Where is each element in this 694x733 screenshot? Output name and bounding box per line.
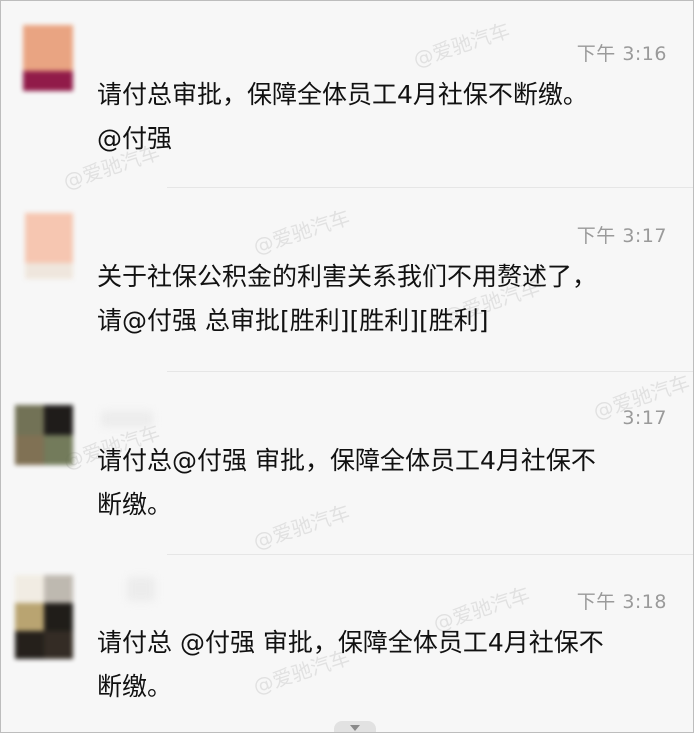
sender-name-redacted [127, 577, 155, 601]
avatar[interactable] [15, 575, 73, 659]
message-line: 断缴。 [97, 672, 173, 701]
message-line: 请付总 @付强 审批，保障全体员工4月社保不 [97, 628, 604, 657]
message-line: 断缴。 [97, 490, 173, 519]
message-text[interactable]: 请付总审批，保障全体员工4月社保不断缴。 @付强 [97, 73, 677, 161]
message-timestamp: 下午 3:18 [576, 591, 667, 613]
message-timestamp: 3:17 [622, 407, 667, 429]
scroll-down-button[interactable] [334, 721, 376, 732]
sender-name-redacted [101, 411, 153, 427]
message-line: 请@付强 总审批[胜利][胜利][胜利] [97, 306, 489, 335]
avatar[interactable] [15, 405, 73, 465]
avatar[interactable] [25, 213, 73, 279]
message-line: 请付总@付强 审批，保障全体员工4月社保不 [97, 446, 596, 475]
divider [167, 554, 693, 555]
message-line: @付强 [97, 124, 173, 153]
message-timestamp: 下午 3:17 [576, 225, 667, 247]
message-text[interactable]: 请付总@付强 审批，保障全体员工4月社保不 断缴。 [97, 439, 677, 527]
chat-message[interactable]: 3:17 请付总@付强 审批，保障全体员工4月社保不 断缴。 [1, 405, 693, 555]
divider [167, 187, 693, 188]
message-text[interactable]: 关于社保公积金的利害关系我们不用赘述了， 请@付强 总审批[胜利][胜利][胜利… [97, 255, 677, 343]
chat-window: @爱驰汽车 @爱驰汽车 @爱驰汽车 @爱驰汽车 @爱驰汽车 @爱驰汽车 @爱驰汽… [0, 0, 694, 733]
message-timestamp: 下午 3:16 [576, 43, 667, 65]
chat-message[interactable]: 下午 3:17 关于社保公积金的利害关系我们不用赘述了， 请@付强 总审批[胜利… [1, 213, 693, 373]
divider [167, 371, 693, 372]
chevron-down-icon [350, 725, 360, 731]
chat-message[interactable]: 下午 3:16 请付总审批，保障全体员工4月社保不断缴。 @付强 [1, 25, 693, 185]
chat-message[interactable]: 下午 3:18 请付总 @付强 审批，保障全体员工4月社保不 断缴。 [1, 575, 693, 725]
message-line: 请付总审批，保障全体员工4月社保不断缴。 [97, 80, 588, 109]
message-line: 关于社保公积金的利害关系我们不用赘述了， [97, 262, 598, 291]
message-text[interactable]: 请付总 @付强 审批，保障全体员工4月社保不 断缴。 [97, 621, 677, 709]
avatar[interactable] [23, 25, 73, 91]
